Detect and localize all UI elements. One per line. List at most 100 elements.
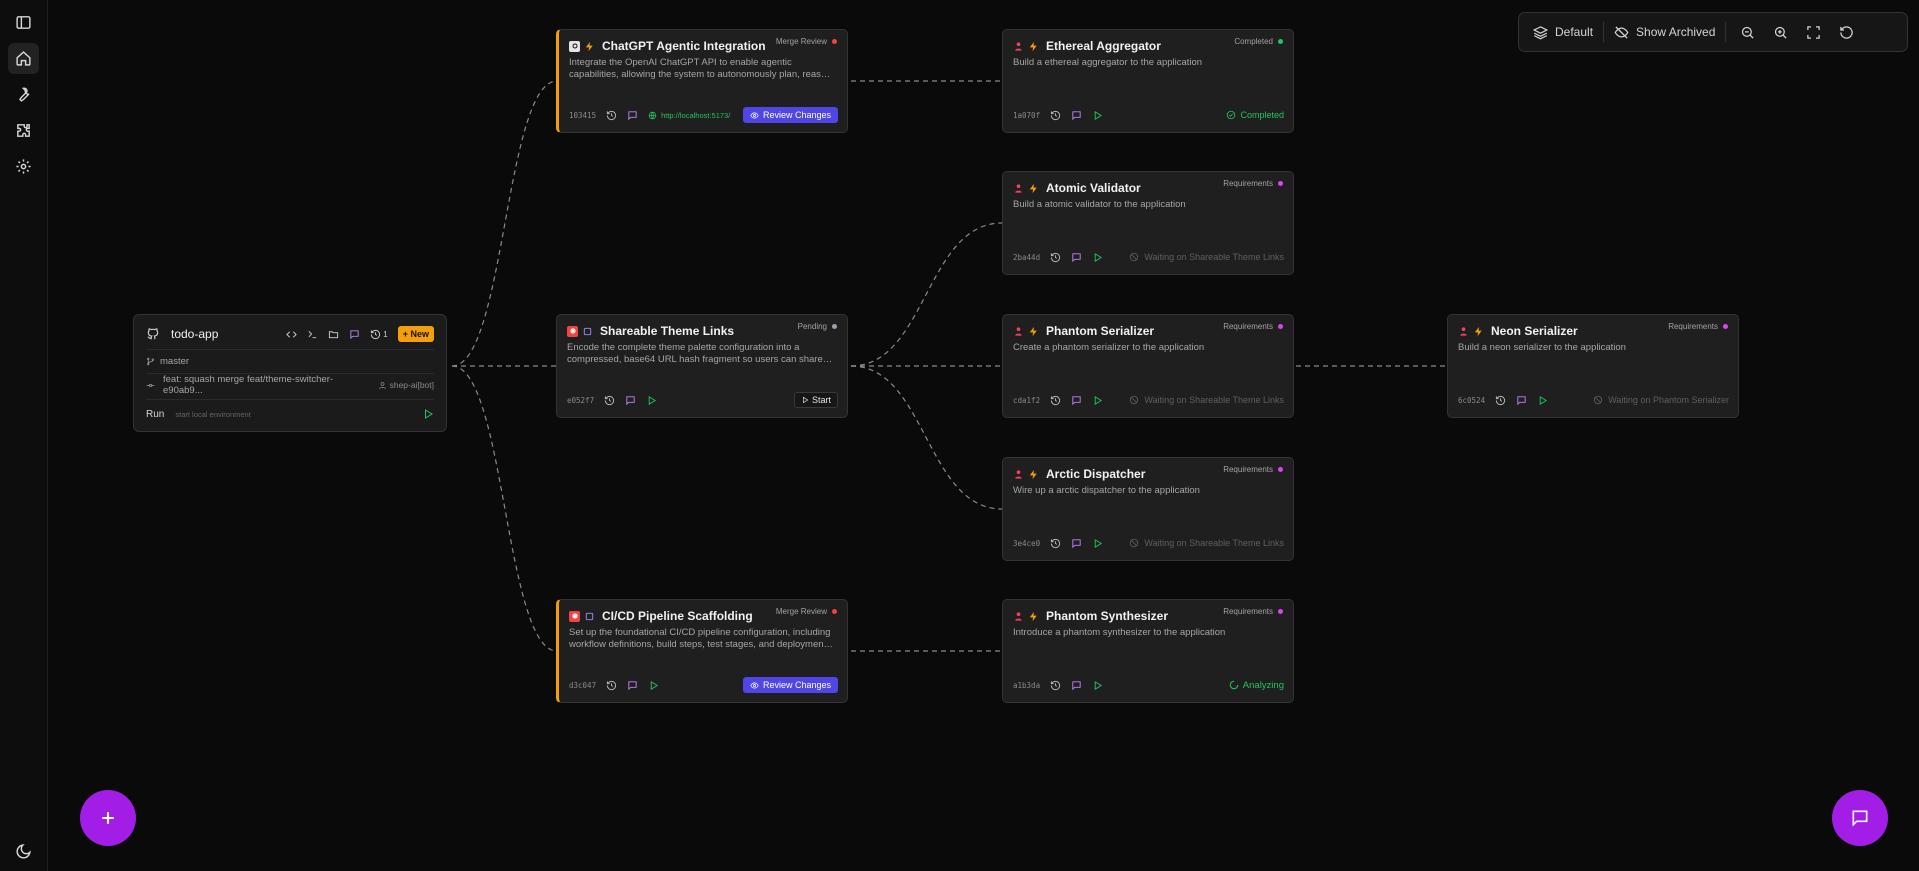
plus-icon xyxy=(98,808,118,828)
edge-repo-chatgpt xyxy=(451,80,558,367)
history-icon[interactable] xyxy=(1050,110,1061,121)
chat-icon[interactable] xyxy=(1516,395,1527,406)
history-icon[interactable] xyxy=(1050,395,1061,406)
zoom-out-icon[interactable] xyxy=(1740,25,1755,40)
card-description: Encode the complete theme palette config… xyxy=(567,342,823,365)
layers-icon xyxy=(1533,25,1548,40)
card-hash: 6c0524 xyxy=(1458,395,1486,405)
status-badge: Merge Review xyxy=(776,607,837,616)
play-icon[interactable] xyxy=(1092,110,1103,121)
feature-card-atomic[interactable]: Atomic Validator Requirements Build a at… xyxy=(1002,171,1294,275)
feature-card-arctic[interactable]: Arctic Dispatcher Requirements Wire up a… xyxy=(1002,457,1294,561)
show-archived-label: Show Archived xyxy=(1636,25,1716,39)
commit-message: feat: squash merge feat/theme-switcher-e… xyxy=(163,374,334,396)
history-icon[interactable] xyxy=(1050,252,1061,263)
play-icon[interactable] xyxy=(646,395,657,406)
history-button[interactable]: 1 xyxy=(370,329,388,340)
card-description: Introduce a phantom synthesizer to the a… xyxy=(1013,627,1226,638)
feature-card-phantom-synthesizer[interactable]: Phantom Synthesizer Requirements Introdu… xyxy=(1002,599,1294,703)
card-description: Build a ethereal aggregator to the appli… xyxy=(1013,57,1203,68)
chat-icon[interactable] xyxy=(349,329,360,340)
history-icon[interactable] xyxy=(604,395,615,406)
preview-link[interactable]: http://localhost:5173/ xyxy=(648,111,730,120)
play-icon[interactable] xyxy=(648,680,659,691)
repo-node[interactable]: todo-app 1 + New master feat: squash mer… xyxy=(133,314,447,432)
commit-author: shep-ai[bot] xyxy=(389,380,435,390)
history-icon[interactable] xyxy=(1495,395,1506,406)
card-hash: 103415 xyxy=(569,110,597,120)
run-play-icon[interactable] xyxy=(422,408,434,420)
chat-icon[interactable] xyxy=(1071,110,1082,121)
card-description: Integrate the OpenAI ChatGPT API to enab… xyxy=(569,57,835,80)
chat-icon[interactable] xyxy=(627,110,638,121)
card-description: Wire up a arctic dispatcher to the appli… xyxy=(1013,485,1200,496)
terminal-icon[interactable] xyxy=(307,329,318,340)
feature-card-ethereal[interactable]: Ethereal Aggregator Completed Build a et… xyxy=(1002,29,1294,133)
claude-icon xyxy=(569,610,580,622)
reset-icon[interactable] xyxy=(1839,25,1854,40)
play-icon[interactable] xyxy=(1092,538,1103,549)
add-feature-fab[interactable] xyxy=(80,790,136,846)
cube-icon xyxy=(582,326,593,337)
user-icon xyxy=(378,381,387,390)
zoom-in-icon[interactable] xyxy=(1773,25,1788,40)
agent-icon xyxy=(1013,183,1024,194)
branch-name: master xyxy=(160,355,190,367)
chat-icon[interactable] xyxy=(1071,395,1082,406)
feature-card-cicd[interactable]: CI/CD Pipeline Scaffolding Merge Review … xyxy=(556,599,848,703)
chat-icon[interactable] xyxy=(1071,252,1082,263)
edge-theme-atomic xyxy=(850,222,1003,367)
new-feature-button[interactable]: + New xyxy=(397,326,434,342)
feature-card-theme-links[interactable]: Shareable Theme Links Pending Encode the… xyxy=(556,314,848,418)
card-title: CI/CD Pipeline Scaffolding xyxy=(602,609,753,623)
chat-icon[interactable] xyxy=(627,680,638,691)
fit-view-icon[interactable] xyxy=(1806,25,1821,40)
status-badge: Merge Review xyxy=(776,37,837,46)
card-title: Atomic Validator xyxy=(1046,181,1141,195)
folder-icon[interactable] xyxy=(328,329,339,340)
card-hash: d3c047 xyxy=(569,680,597,690)
layout-default-button[interactable]: Default xyxy=(1533,25,1593,40)
history-icon[interactable] xyxy=(606,110,617,121)
waiting-state: Waiting on Shareable Theme Links xyxy=(1129,538,1284,548)
play-icon[interactable] xyxy=(1092,395,1103,406)
feature-card-neon-serializer[interactable]: Neon Serializer Requirements Build a neo… xyxy=(1447,314,1739,418)
lightning-icon xyxy=(1028,326,1039,337)
chat-fab[interactable] xyxy=(1832,790,1888,846)
commit-icon xyxy=(146,381,155,390)
status-badge: Requirements xyxy=(1223,607,1283,616)
openai-icon xyxy=(569,40,580,52)
lightning-icon xyxy=(1028,611,1039,622)
feature-card-chatgpt[interactable]: ChatGPT Agentic Integration Merge Review… xyxy=(556,29,848,133)
card-title: Neon Serializer xyxy=(1491,324,1578,338)
claude-icon xyxy=(567,325,578,337)
play-icon[interactable] xyxy=(1092,680,1103,691)
branch-icon xyxy=(146,357,155,366)
play-icon[interactable] xyxy=(1092,252,1103,263)
card-hash: a1b3da xyxy=(1013,680,1041,690)
message-icon xyxy=(1850,808,1870,828)
edge-theme-arctic xyxy=(850,365,1003,510)
chat-icon[interactable] xyxy=(625,395,636,406)
agent-icon xyxy=(1013,326,1024,337)
show-archived-button[interactable]: Show Archived xyxy=(1614,25,1715,40)
start-button[interactable]: Start xyxy=(793,392,838,408)
github-icon xyxy=(146,327,160,341)
run-hint: start local environment xyxy=(175,409,251,419)
card-hash: 3e4ce0 xyxy=(1013,538,1041,548)
review-changes-button[interactable]: Review Changes xyxy=(742,107,838,123)
history-icon[interactable] xyxy=(606,680,617,691)
feature-card-phantom-serializer[interactable]: Phantom Serializer Requirements Create a… xyxy=(1002,314,1294,418)
history-icon[interactable] xyxy=(1050,680,1061,691)
waiting-state: Waiting on Shareable Theme Links xyxy=(1129,395,1284,405)
review-changes-button[interactable]: Review Changes xyxy=(742,677,838,693)
card-description: Build a atomic validator to the applicat… xyxy=(1013,199,1186,210)
code-icon[interactable] xyxy=(286,329,298,340)
lightning-icon xyxy=(1028,469,1039,480)
status-badge: Pending xyxy=(798,322,837,331)
play-icon[interactable] xyxy=(1537,395,1548,406)
chat-icon[interactable] xyxy=(1071,538,1082,549)
repo-name: todo-app xyxy=(171,327,219,341)
chat-icon[interactable] xyxy=(1071,680,1082,691)
history-icon[interactable] xyxy=(1050,538,1061,549)
